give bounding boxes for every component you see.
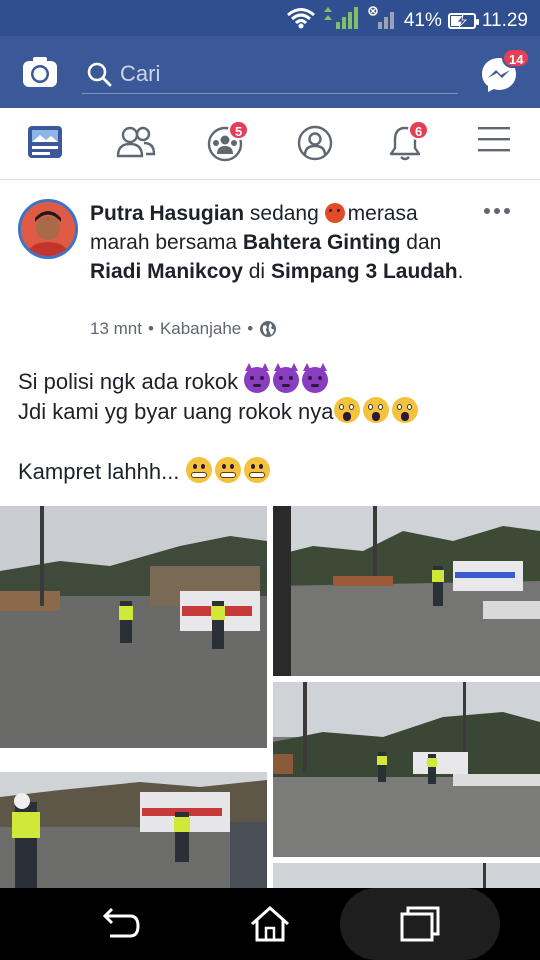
news-feed-icon <box>28 126 62 158</box>
search-icon <box>87 62 112 86</box>
clock-time: 11.29 <box>481 10 528 31</box>
home-button[interactable] <box>248 902 292 946</box>
messenger-badge: 14 <box>502 48 531 68</box>
post-photo-4[interactable] <box>0 772 267 888</box>
wifi-icon <box>286 7 316 35</box>
friends-icon <box>116 126 156 158</box>
globe-icon <box>260 321 277 337</box>
menu-icon <box>478 127 510 152</box>
avatar[interactable] <box>18 199 78 259</box>
angry-emoji-icon <box>324 203 345 223</box>
and-word: dan <box>406 231 442 254</box>
post-time[interactable]: 13 mnt <box>90 319 142 339</box>
groups-badge: 5 <box>228 120 250 140</box>
battery-percent: 41% <box>403 10 442 31</box>
tagged-friend-1[interactable]: Bahtera Ginting <box>243 231 401 254</box>
search-bar[interactable] <box>82 54 458 94</box>
tab-profile[interactable] <box>296 124 336 164</box>
tab-groups[interactable]: 5 <box>206 120 250 164</box>
meta-separator: • <box>247 319 254 338</box>
feed-post: Putra Hasugian sedang merasa marah bersa… <box>0 181 540 888</box>
camera-icon <box>23 57 57 87</box>
profile-icon <box>297 125 333 161</box>
scream-emoji-icon <box>391 397 418 423</box>
post-line-2: Jdi kami yg byar uang rokok nya <box>18 397 528 427</box>
notifications-badge: 6 <box>408 120 430 140</box>
grimace-emoji-icon <box>185 457 212 483</box>
tab-bar: 5 6 <box>0 108 540 180</box>
recent-apps-button[interactable] <box>398 902 442 946</box>
post-photo-5[interactable] <box>273 863 540 888</box>
with-word: bersama <box>155 231 238 254</box>
search-input[interactable] <box>120 60 440 87</box>
tab-notifications[interactable]: 6 <box>386 120 430 164</box>
home-icon <box>251 905 289 942</box>
scream-emoji-icon <box>362 397 389 423</box>
post-meta: 13 mnt • Kabanjahe • <box>90 319 277 339</box>
post-line-1: Si polisi ngk ada rokok <box>18 363 528 397</box>
tab-news-feed[interactable] <box>26 124 66 164</box>
top-header: 14 <box>0 36 540 108</box>
system-navigation-bar <box>0 888 540 960</box>
tab-friends[interactable] <box>116 124 156 164</box>
post-header: Putra Hasugian sedang merasa marah bersa… <box>90 202 464 283</box>
post-photo-3[interactable] <box>273 682 540 857</box>
grimace-emoji-icon <box>214 457 241 483</box>
tagged-friend-2[interactable]: Riadi Manikcoy <box>90 260 243 283</box>
status-bar: 41% 11.29 <box>0 0 540 36</box>
recent-apps-icon <box>400 906 440 942</box>
meta-separator: • <box>147 319 154 338</box>
location-link[interactable]: Simpang 3 Laudah <box>271 260 458 283</box>
grimace-emoji-icon <box>243 457 270 483</box>
tab-menu[interactable] <box>476 124 516 164</box>
author-name[interactable]: Putra Hasugian <box>90 202 244 225</box>
devil-emoji-icon <box>244 363 271 393</box>
post-place[interactable]: Kabanjahe <box>160 319 241 339</box>
activity-prefix: sedang <box>249 202 319 225</box>
messenger-button[interactable]: 14 <box>480 48 531 94</box>
post-body: Si polisi ngk ada rokok Jdi kami yg byar… <box>18 363 528 487</box>
battery-icon <box>447 13 479 29</box>
camera-button[interactable] <box>22 56 58 88</box>
back-button[interactable] <box>98 902 142 946</box>
post-photo-2[interactable] <box>273 506 540 676</box>
post-options-button[interactable] <box>484 203 514 219</box>
scream-emoji-icon <box>333 397 360 423</box>
post-line-3: Kampret lahhh... <box>18 457 528 487</box>
at-word: di <box>248 260 266 283</box>
devil-emoji-icon <box>302 363 329 393</box>
signal-off-icon <box>368 6 398 36</box>
devil-emoji-icon <box>273 363 300 393</box>
signal-icon <box>322 6 362 36</box>
back-icon <box>102 907 140 938</box>
post-photo-1[interactable] <box>0 506 267 748</box>
